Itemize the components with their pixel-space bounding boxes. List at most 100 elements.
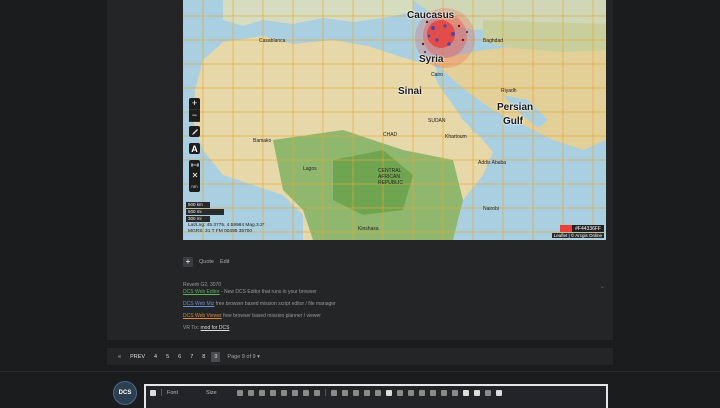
page-link[interactable]: 6 <box>175 352 184 362</box>
city-khartoum: Khartoum <box>445 134 467 140</box>
underline-icon[interactable] <box>269 389 276 396</box>
signature-line-5: VR Tix: mod for DCS <box>183 325 229 331</box>
media-icon[interactable] <box>396 389 403 396</box>
signature-line-5-text: VR Tix: <box>183 325 200 331</box>
dcs-web-miz-link[interactable]: DCS Web Miz <box>183 301 214 307</box>
scale-km: 500 km <box>186 202 210 208</box>
preview-icon[interactable] <box>462 389 469 396</box>
plus-button[interactable]: + <box>183 257 193 267</box>
zoom-in-button[interactable]: + <box>189 98 200 110</box>
table-icon[interactable] <box>451 389 458 396</box>
city-cairo: Cairo <box>431 72 443 78</box>
coordinates-readout: Lat/Lng: 45.3775, 4.59984 Mag.3.2* MGRS:… <box>188 223 265 235</box>
label-gulf: Gulf <box>503 116 523 127</box>
zoom-out-button[interactable]: − <box>189 110 200 122</box>
redo-icon[interactable] <box>363 389 370 396</box>
page-jump-dropdown[interactable]: Page 9 of 9 ▾ <box>227 354 259 360</box>
numbered-list-icon[interactable] <box>341 389 348 396</box>
signature-line-3: DCS Web Miz free browser based mission s… <box>183 301 336 307</box>
signature-line-2: DCS Web Editor - New DCS Editor that run… <box>183 289 317 295</box>
first-page-icon[interactable]: « <box>115 352 124 362</box>
label-syria: Syria <box>419 54 444 65</box>
quote-icon[interactable] <box>407 389 414 396</box>
current-page: 9 <box>211 352 221 362</box>
coords-mgrs: MGRS: 31 T FM 00495 35700 <box>188 229 253 234</box>
list-icon[interactable] <box>330 389 337 396</box>
expand-icon[interactable] <box>495 389 502 396</box>
ruler-icon <box>190 162 199 167</box>
city-lagos: Lagos <box>303 166 317 172</box>
prev-page-button[interactable]: PREV <box>127 352 148 362</box>
dcs-web-editor-link[interactable]: DCS Web Editor <box>183 289 220 295</box>
pagination: « PREV 4 5 6 7 8 9 Page 9 of 9 ▾ <box>107 348 613 365</box>
page-link[interactable]: 5 <box>163 352 172 362</box>
settings-icon[interactable] <box>484 389 491 396</box>
zoom-control: + − <box>189 98 200 122</box>
page-link[interactable]: 4 <box>151 352 160 362</box>
map-attribution[interactable]: Leaflet | © Arcgis Online <box>551 233 604 238</box>
city-riyadh: Riyadh <box>501 88 517 94</box>
post-actions: + Quote Edit <box>183 257 229 267</box>
measure-tool-button[interactable]: nm <box>189 160 200 192</box>
chevron-down-icon[interactable]: ⌄ <box>600 283 605 290</box>
editor-toolbar: Font Size <box>150 389 502 396</box>
label-persian: Persian <box>497 102 534 113</box>
align-left-icon[interactable] <box>291 389 298 396</box>
size-dropdown[interactable]: Size <box>206 390 217 396</box>
comment-icon[interactable] <box>150 389 156 396</box>
toolbar-separator <box>324 389 326 396</box>
map-base <box>183 0 606 240</box>
reply-editor[interactable]: Font Size <box>144 384 608 408</box>
map-view[interactable]: Caucasus Syria Sinai Persian Gulf Casabl… <box>183 0 606 240</box>
color-value: #F44336FF <box>575 225 601 232</box>
page-info: Page 9 of 9 <box>227 354 256 360</box>
signature-line-2-text: - New DCS Editor that runs in your brows… <box>219 289 317 295</box>
label-sinai: Sinai <box>398 86 422 97</box>
vr-mod-link[interactable]: mod for DCS <box>201 325 230 331</box>
align-center-icon[interactable] <box>302 389 309 396</box>
edit-link[interactable]: Edit <box>220 259 229 265</box>
page-link[interactable]: 7 <box>187 352 196 362</box>
city-baghdad: Baghdad <box>483 38 504 44</box>
remove-format-icon[interactable] <box>236 389 243 396</box>
avatar[interactable]: DCS <box>113 381 137 405</box>
image-icon[interactable] <box>385 389 392 396</box>
align-right-icon[interactable] <box>313 389 320 396</box>
italic-icon[interactable] <box>258 389 265 396</box>
quote-link[interactable]: Quote <box>199 259 214 265</box>
source-icon[interactable] <box>473 389 480 396</box>
ruler-unit: nm <box>191 184 198 190</box>
city-bamako: Bamako <box>253 138 272 144</box>
region-sudan: SUDAN <box>428 118 446 124</box>
bold-icon[interactable] <box>247 389 254 396</box>
signature-line-1: Reverb G2, 3070 <box>183 282 222 288</box>
font-dropdown[interactable]: Font <box>167 390 178 396</box>
city-casablanca: Casablanca <box>259 38 286 44</box>
dcs-web-viewer-link[interactable]: DCS Web Viewer <box>183 313 222 319</box>
region-car: CENTRAL AFRICAN REPUBLIC <box>378 168 404 186</box>
text-tool-button[interactable]: A <box>189 143 200 154</box>
strikethrough-icon[interactable] <box>280 389 287 396</box>
city-addis-ababa: Addis Ababa <box>478 160 507 166</box>
scale-bar: 500 km 500 mi 300 mi <box>186 202 224 223</box>
close-icon <box>192 173 197 178</box>
emoji-icon[interactable] <box>429 389 436 396</box>
city-nairobi: Nairobi <box>483 206 499 212</box>
signature-line-4: DCS Web Viewer free browser based missio… <box>183 313 321 319</box>
spoiler-icon[interactable] <box>440 389 447 396</box>
color-picker[interactable]: #F44336FF <box>560 225 604 232</box>
pencil-icon <box>191 128 198 135</box>
toolbar-separator <box>161 389 162 396</box>
code-icon[interactable] <box>418 389 425 396</box>
page-link[interactable]: 8 <box>199 352 208 362</box>
region-chad: CHAD <box>383 132 398 138</box>
label-caucasus: Caucasus <box>407 10 455 21</box>
city-kinshasa: Kinshasa <box>358 226 379 232</box>
scale-nm: 300 mi <box>186 216 210 222</box>
link-icon[interactable] <box>374 389 381 396</box>
signature-line-3-text: free browser based mission script editor… <box>214 301 336 307</box>
undo-icon[interactable] <box>352 389 359 396</box>
color-swatch <box>560 225 573 232</box>
draw-tool-button[interactable] <box>189 126 200 137</box>
signature-line-4-text: free browser based mission planner / vie… <box>221 313 321 319</box>
